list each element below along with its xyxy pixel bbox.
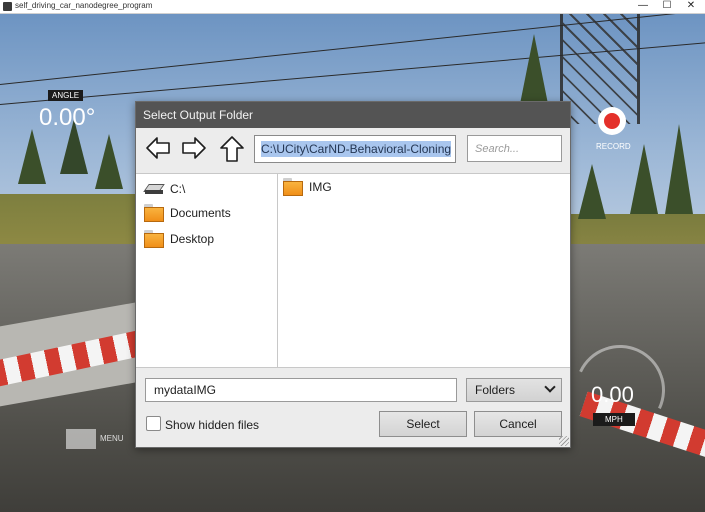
power-tower xyxy=(560,14,640,124)
folder-icon xyxy=(283,178,303,196)
tree-item-label: Documents xyxy=(170,206,231,220)
filter-value: Folders xyxy=(475,383,516,397)
minimize-button[interactable]: — xyxy=(632,0,654,13)
filter-dropdown[interactable]: Folders xyxy=(466,378,562,402)
tree xyxy=(18,129,46,184)
tree xyxy=(578,164,606,219)
arrow-right-icon xyxy=(182,137,206,159)
maximize-button[interactable]: ☐ xyxy=(656,0,678,13)
chevron-down-icon xyxy=(544,381,556,393)
tree-item-desktop[interactable]: Desktop xyxy=(144,228,214,250)
folder-icon xyxy=(144,204,164,222)
back-button[interactable] xyxy=(145,135,171,161)
drive-icon xyxy=(143,182,165,196)
tree xyxy=(665,124,693,214)
dialog-title: Select Output Folder xyxy=(143,108,254,122)
forward-button[interactable] xyxy=(181,135,207,161)
dialog-header: Select Output Folder xyxy=(136,102,570,128)
show-hidden-checkbox[interactable] xyxy=(146,416,161,431)
resize-grip[interactable] xyxy=(559,436,569,446)
file-item-label: IMG xyxy=(309,180,332,194)
tree xyxy=(520,34,548,104)
tree-item-label: Desktop xyxy=(170,232,215,246)
select-button[interactable]: Select xyxy=(379,411,467,437)
speed-value: 0.00 xyxy=(591,382,634,407)
window-titlebar: self_driving_car_nanodegree_program — ☐ … xyxy=(0,0,705,14)
record-icon xyxy=(604,113,620,129)
up-button[interactable] xyxy=(219,135,245,162)
path-text: C:\UCity\CarND-Behavioral-Cloning xyxy=(261,141,452,157)
folder-tree: C:\ Documents Desktop xyxy=(136,173,278,367)
speed-unit: MPH xyxy=(593,413,635,426)
dialog-footer: Folders Show hidden files Select Cancel xyxy=(136,367,570,447)
arrow-left-icon xyxy=(146,137,170,159)
folder-icon xyxy=(144,230,164,248)
record-label: RECORD xyxy=(596,142,631,151)
select-folder-dialog: Select Output Folder C:\UCity\CarND-Beha… xyxy=(135,101,571,448)
angle-value: 0.00° xyxy=(39,104,96,131)
file-list: IMG xyxy=(278,173,570,367)
folder-name-input[interactable] xyxy=(145,378,457,402)
tree-item-documents[interactable]: Documents xyxy=(144,202,231,224)
tree-item-drive[interactable]: C:\ xyxy=(143,178,186,200)
angle-label: ANGLE xyxy=(48,90,84,101)
search-input[interactable] xyxy=(467,135,562,162)
cancel-button[interactable]: Cancel xyxy=(474,411,562,437)
app-icon xyxy=(3,2,12,11)
show-hidden-label: Show hidden files xyxy=(165,418,260,432)
tree xyxy=(630,144,658,214)
menu-button[interactable] xyxy=(66,429,96,449)
window-title: self_driving_car_nanodegree_program xyxy=(15,1,153,10)
tree xyxy=(95,134,123,189)
file-item-img[interactable]: IMG xyxy=(283,176,332,198)
menu-label: MENU xyxy=(100,434,124,443)
close-button[interactable]: ✕ xyxy=(680,0,702,13)
arrow-up-icon xyxy=(220,136,244,162)
path-field[interactable]: C:\UCity\CarND-Behavioral-Cloning xyxy=(254,135,456,163)
record-button[interactable] xyxy=(598,107,626,135)
tree-item-label: C:\ xyxy=(170,182,186,196)
